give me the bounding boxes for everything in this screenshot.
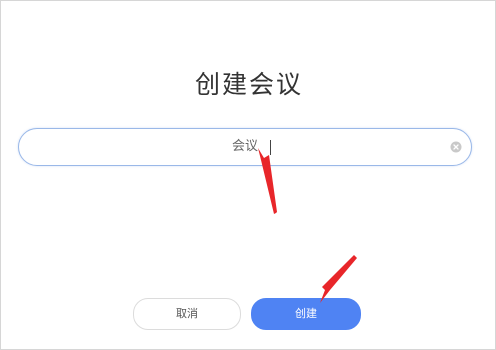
annotation-arrow-to-create-button (320, 255, 357, 303)
annotation-arrow-to-input (258, 148, 277, 214)
annotation-overlay (258, 148, 357, 303)
